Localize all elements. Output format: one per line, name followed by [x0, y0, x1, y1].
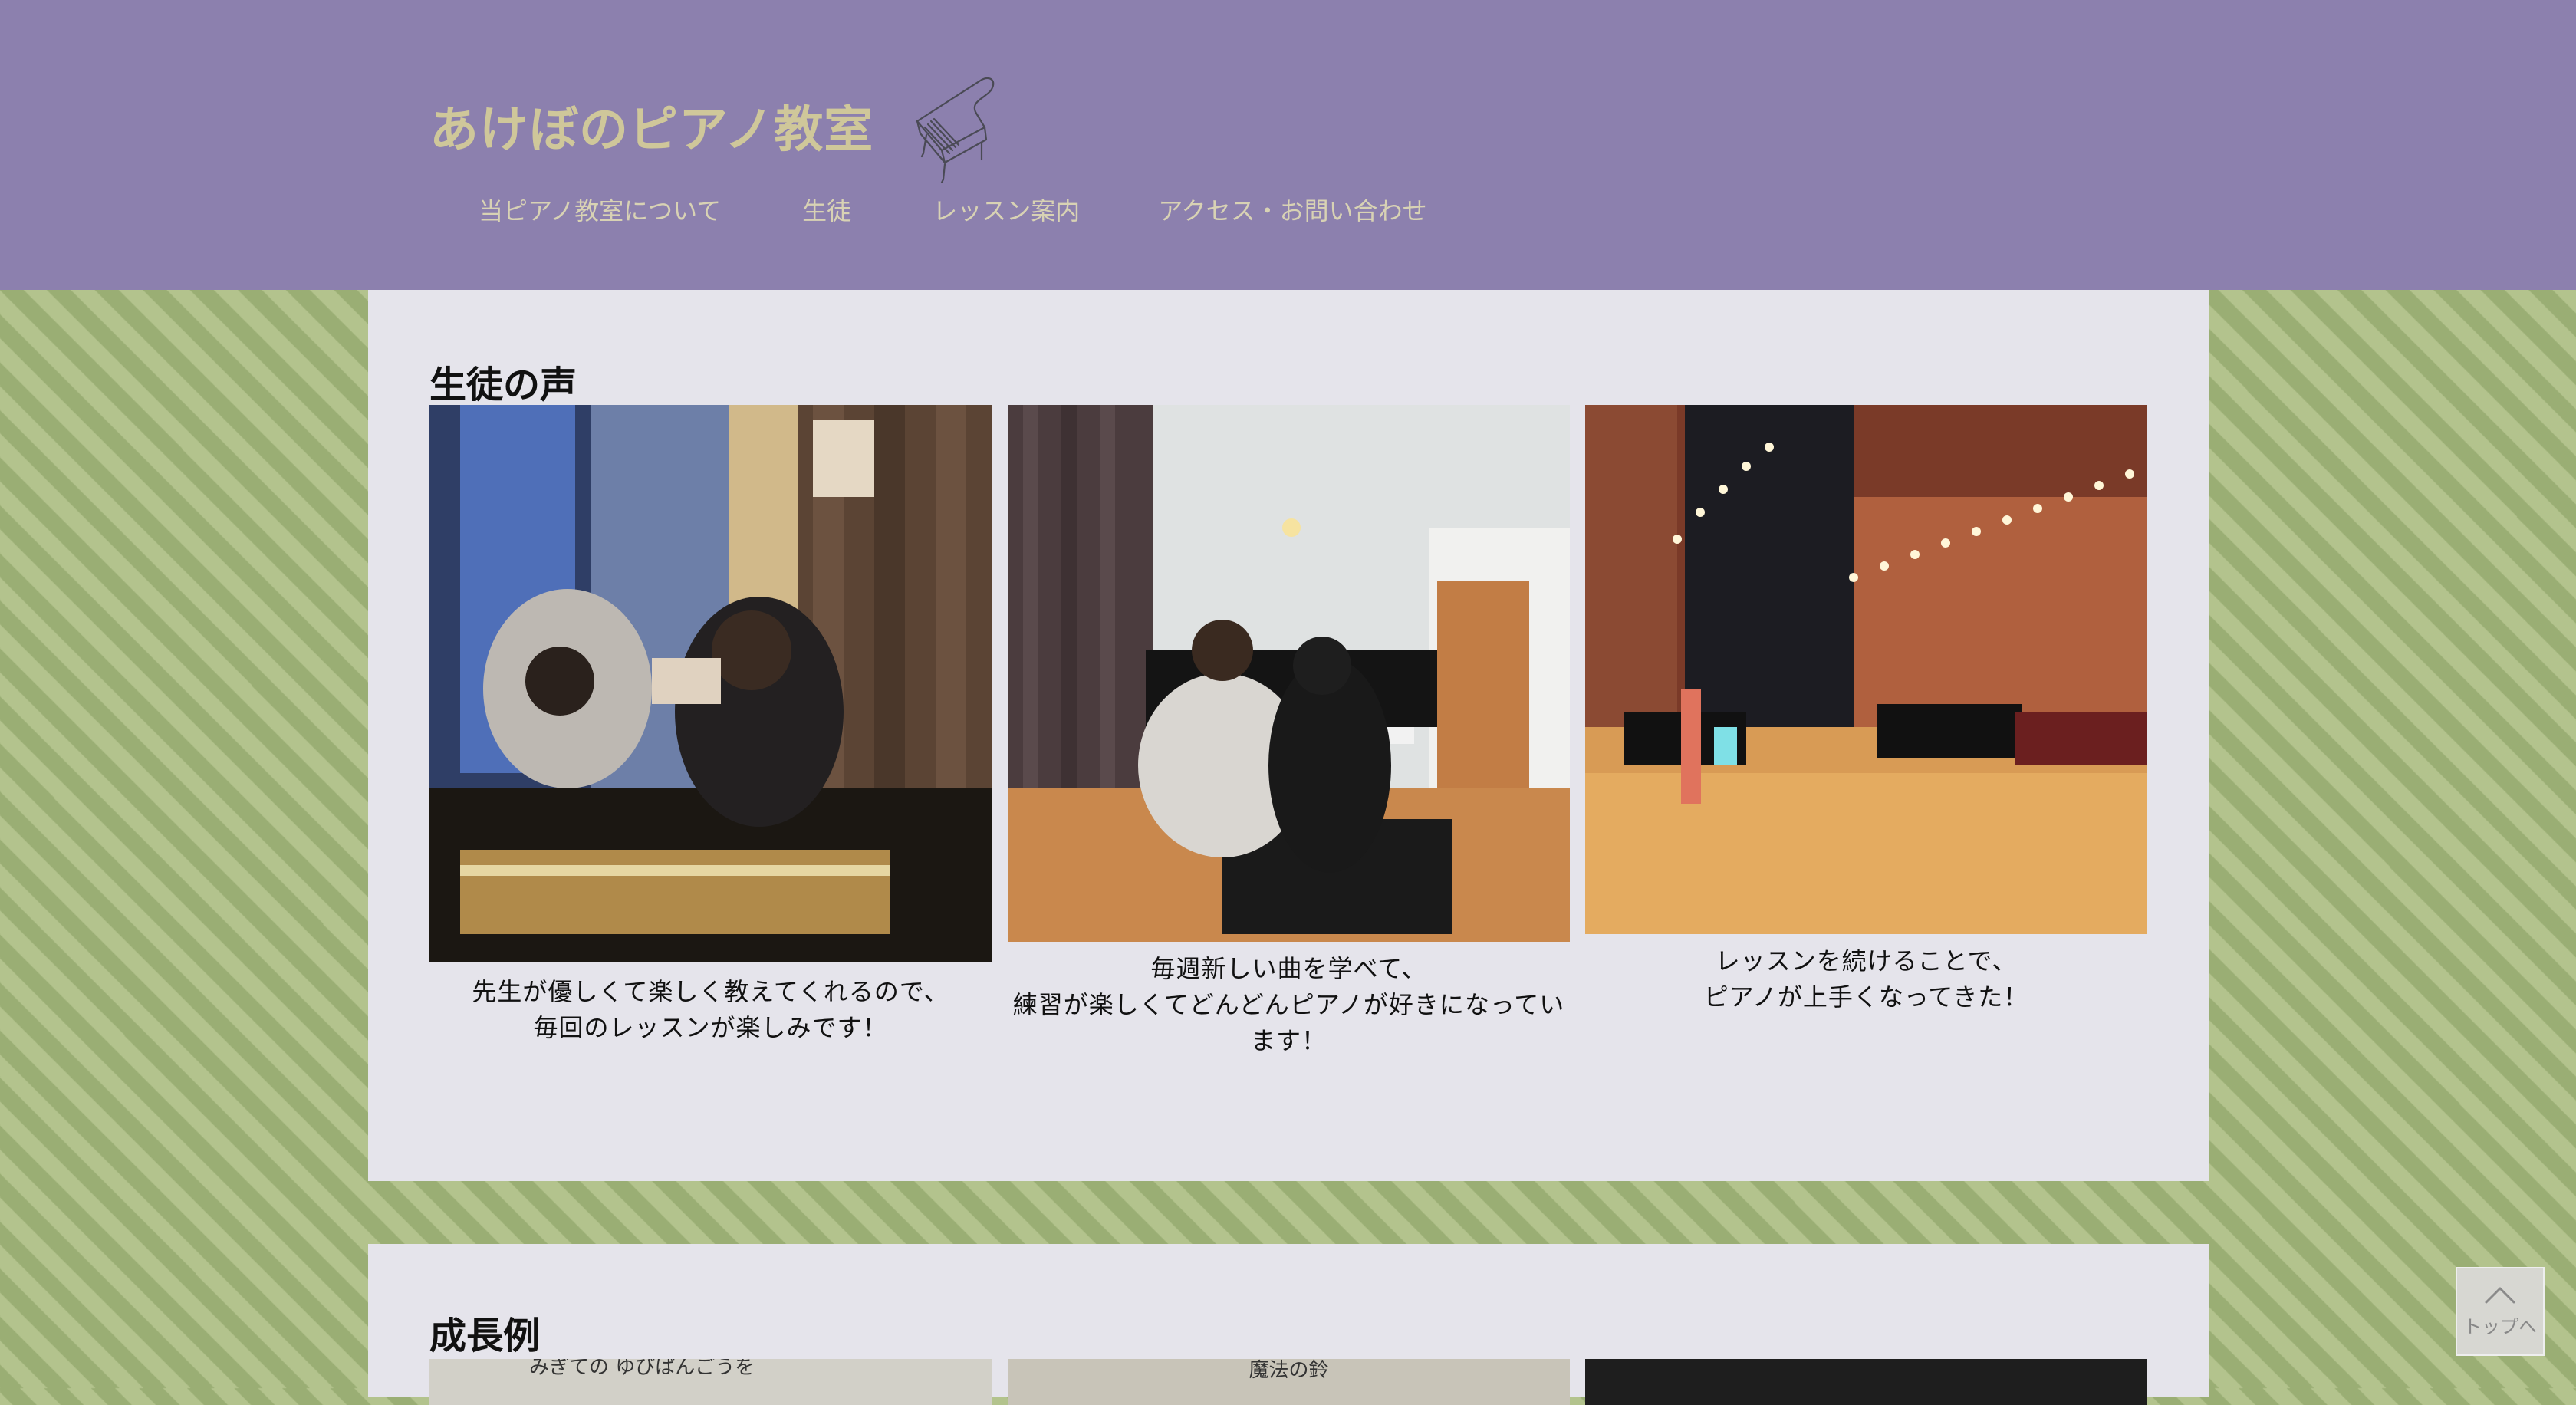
nav-item-access-contact[interactable]: アクセス・お問い合わせ	[1158, 192, 1426, 227]
student-voice-caption-1: 先生が優しくて楽しく教えてくれるので、 毎回のレッスンが楽しみです！	[429, 974, 992, 1046]
caption-line: 先生が優しくて楽しく教えてくれるので、	[472, 977, 949, 1006]
site-header: あけぼのピアノ教室 当ピアノ教室について 生徒 レッスン案内 アクセス・お問い合…	[0, 0, 2576, 290]
back-to-top-label: トップへ	[2463, 1315, 2537, 1338]
student-voice-caption-3: レッスンを続けることで、 ピアノが上手くなってきた！	[1585, 943, 2147, 1015]
nav-item-about[interactable]: 当ピアノ教室について	[479, 192, 721, 227]
chevron-up-icon	[2485, 1287, 2515, 1303]
main-nav: 当ピアノ教室について 生徒 レッスン案内 アクセス・お問い合わせ	[479, 192, 1427, 227]
student-photo-2	[1008, 405, 1570, 942]
caption-line: ピアノが上手くなってきた！	[1703, 982, 2029, 1012]
site-title[interactable]: あけぼのピアノ教室	[429, 90, 873, 161]
growth-thumb-1: みぎての ゆびばんごうを	[429, 1359, 992, 1405]
caption-line: 練習が楽しくてどんどんピアノが好きになってい	[1012, 990, 1565, 1019]
thumb-text: 魔法の鈴	[1249, 1359, 1329, 1382]
nav-item-lessons[interactable]: レッスン案内	[933, 192, 1080, 227]
student-photo-3	[1585, 405, 2147, 934]
grand-piano-icon	[916, 77, 995, 183]
thumb-text: みぎての ゆびばんごうを	[529, 1359, 755, 1379]
growth-examples-section: 成長例 みぎての ゆびばんごうを 魔法の鈴	[368, 1244, 2209, 1405]
caption-line: レッスンを続けることで、	[1715, 946, 2018, 976]
growth-thumb-2: 魔法の鈴	[1008, 1359, 1570, 1405]
back-to-top-button[interactable]: トップへ	[2456, 1267, 2545, 1356]
caption-line: 毎回のレッスンが楽しみです！	[533, 1013, 888, 1042]
student-photo-1	[429, 405, 992, 962]
section-title: 成長例	[429, 1315, 541, 1357]
student-voices-section: 生徒の声 先生が優しくて楽しく教えてくれるので、 毎回のレッスンが楽しみです！	[368, 290, 2209, 1181]
nav-item-students[interactable]: 生徒	[802, 192, 851, 227]
section-title: 生徒の声	[429, 364, 577, 406]
caption-line: 毎週新しい曲を学べて、	[1150, 954, 1427, 983]
caption-line: ます！	[1250, 1026, 1327, 1055]
student-voice-caption-2: 毎週新しい曲を学べて、 練習が楽しくてどんどんピアノが好きになってい ます！	[1008, 951, 1570, 1059]
growth-thumb-3	[1585, 1359, 2147, 1405]
